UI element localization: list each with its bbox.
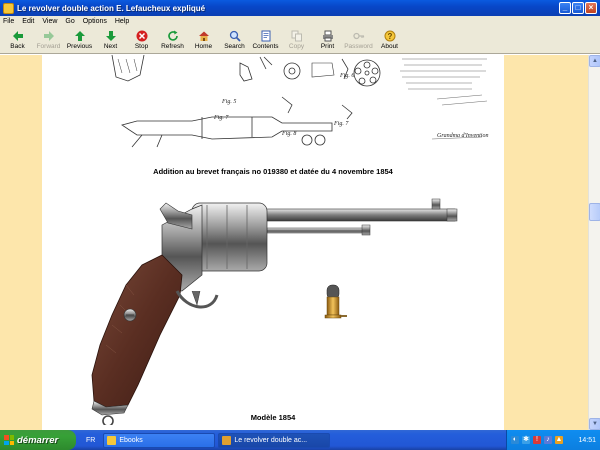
right-margin (504, 55, 588, 430)
search-label: Search (224, 43, 245, 50)
left-margin (0, 55, 42, 430)
contents-button[interactable]: Contents (250, 27, 281, 53)
svg-text:Fig. 8: Fig. 8 (281, 131, 296, 137)
next-label: Next (103, 43, 118, 50)
document-view: Fig. 5 Fig. 7 Fig. 7 Fig. 6 Fig. 8 Grand… (0, 55, 588, 430)
print-button[interactable]: Print (312, 27, 343, 53)
security-icon[interactable]: ! (533, 436, 541, 444)
update-icon[interactable]: ▲ (555, 436, 563, 444)
taskbar-item-ebooks[interactable]: Ebooks (103, 432, 216, 448)
taskbar-item-label: Le revolver double ac... (234, 436, 308, 444)
forward-button[interactable]: Forward (33, 27, 64, 53)
document-page: Fig. 5 Fig. 7 Fig. 7 Fig. 6 Fig. 8 Grand… (42, 55, 504, 430)
refresh-label: Refresh (161, 43, 184, 50)
volume-icon[interactable]: ♪ (544, 436, 552, 444)
menu-view[interactable]: View (42, 18, 57, 25)
print-label: Print (320, 43, 335, 50)
about-icon: ? (384, 30, 396, 42)
print-icon (322, 30, 334, 42)
back-arrow-icon (12, 30, 24, 42)
previous-label: Previous (66, 43, 93, 50)
taskbar-item-revolver[interactable]: Le revolver double ac... (218, 432, 331, 448)
stop-button[interactable]: Stop (126, 27, 157, 53)
svg-text:Grandma d'Invention: Grandma d'Invention (437, 133, 488, 139)
window-title: Le revolver double action E. Lefaucheux … (17, 3, 206, 13)
svg-text:Fig. 7: Fig. 7 (213, 115, 229, 121)
taskbar-item-label: Ebooks (119, 436, 143, 444)
system-tray: ◐ ✱ ! ♪ ▲ 14:51 (506, 430, 600, 450)
model-caption: Modèle 1854 (250, 413, 296, 422)
toolbar: Back Forward Previous Next Stop Refresh … (0, 27, 600, 54)
copy-label: Copy (288, 43, 305, 50)
menu-options[interactable]: Options (83, 18, 107, 25)
scroll-down-button[interactable]: ▼ (589, 418, 600, 430)
svg-text:Fig. 6: Fig. 6 (339, 73, 354, 79)
about-label: About (381, 43, 398, 50)
start-button[interactable]: démarrer (0, 430, 76, 450)
stop-label: Stop (134, 43, 149, 50)
patent-drawing: Fig. 5 Fig. 7 Fig. 7 Fig. 6 Fig. 8 Grand… (111, 55, 488, 148)
home-icon (198, 30, 210, 42)
stop-icon (136, 30, 148, 42)
forward-arrow-icon (43, 30, 55, 42)
app-icon (3, 2, 14, 14)
language-indicator[interactable]: FR (86, 437, 95, 444)
svg-text:Fig. 5: Fig. 5 (221, 99, 236, 105)
down-arrow-icon (105, 30, 117, 42)
minimize-button[interactable]: _ (559, 2, 571, 14)
menu-bar: File Edit View Go Options Help (0, 16, 600, 27)
bluetooth-icon[interactable]: ✱ (522, 436, 530, 444)
scroll-thumb[interactable] (589, 203, 600, 221)
start-label: démarrer (17, 434, 59, 446)
menu-edit[interactable]: Edit (22, 18, 34, 25)
refresh-icon (167, 30, 179, 42)
menu-go[interactable]: Go (65, 18, 74, 25)
password-button[interactable]: Password (343, 27, 374, 53)
contents-label: Contents (252, 43, 279, 50)
copy-icon (291, 30, 303, 42)
back-button[interactable]: Back (2, 27, 33, 53)
search-icon (229, 30, 241, 42)
ebook-icon (222, 435, 232, 445)
close-button[interactable]: × (585, 2, 597, 14)
windows-logo-icon (4, 435, 14, 445)
network-icon[interactable]: ◐ (511, 436, 519, 444)
refresh-button[interactable]: Refresh (157, 27, 188, 53)
revolver-illustration (91, 198, 458, 425)
next-button[interactable]: Next (95, 27, 126, 53)
title-bar: Le revolver double action E. Lefaucheux … (0, 0, 600, 16)
back-label: Back (10, 43, 25, 50)
clock[interactable]: 14:51 (578, 437, 596, 444)
maximize-button[interactable]: □ (572, 2, 584, 14)
password-label: Password (344, 43, 373, 50)
folder-icon (107, 435, 117, 445)
up-arrow-icon (74, 30, 86, 42)
copy-button[interactable]: Copy (281, 27, 312, 53)
search-button[interactable]: Search (219, 27, 250, 53)
home-label: Home (194, 43, 213, 50)
home-button[interactable]: Home (188, 27, 219, 53)
svg-text:?: ? (387, 32, 392, 41)
about-button[interactable]: ? About (374, 27, 405, 53)
vertical-scrollbar[interactable]: ▲ ▼ (588, 55, 600, 430)
patent-caption: Addition au brevet français no 019380 et… (153, 167, 393, 176)
contents-icon (260, 30, 272, 42)
scroll-up-button[interactable]: ▲ (589, 55, 600, 67)
taskbar: démarrer FR Ebooks Le revolver double ac… (0, 430, 600, 450)
forward-label: Forward (36, 43, 61, 50)
key-icon (352, 30, 365, 42)
previous-button[interactable]: Previous (64, 27, 95, 53)
menu-file[interactable]: File (3, 18, 14, 25)
menu-help[interactable]: Help (115, 18, 129, 25)
svg-text:Fig. 7: Fig. 7 (333, 121, 349, 127)
